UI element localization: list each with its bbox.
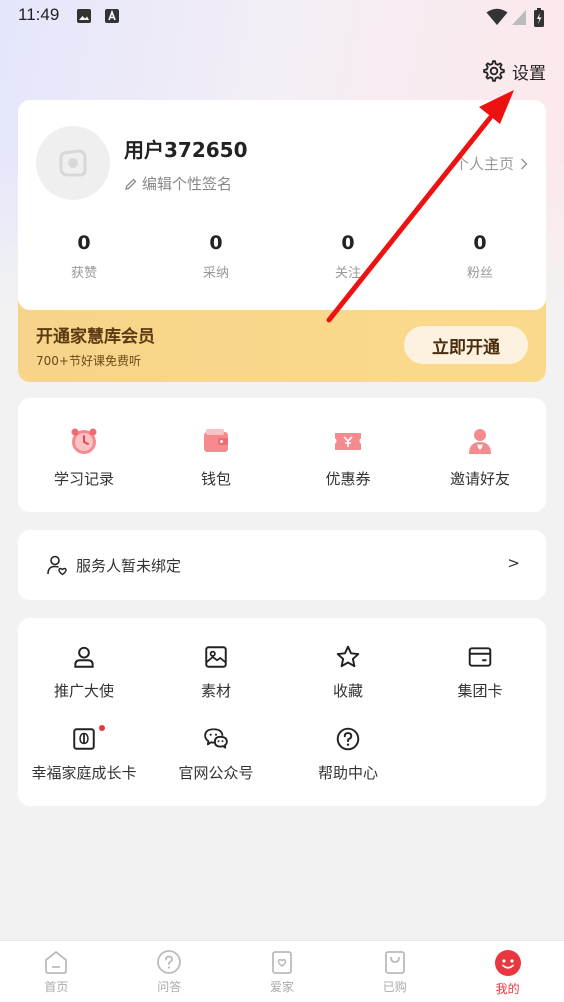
growth-card-icon	[73, 728, 95, 750]
tool-label: 帮助中心	[317, 764, 378, 782]
settings-label: 设置	[512, 63, 546, 84]
battery-icon	[534, 8, 544, 27]
tab-label: 已购	[382, 980, 407, 994]
username: 用户372650	[124, 138, 248, 162]
stat-label: 采纳	[202, 266, 229, 281]
tab-qa[interactable]: 问答	[113, 941, 226, 1002]
stat-adopted[interactable]: 0 采纳	[150, 232, 282, 281]
wechat-icon	[204, 728, 228, 749]
quick-invite[interactable]: 邀请好友	[414, 426, 546, 489]
tool-wechat-official[interactable]: 官网公众号	[150, 726, 282, 808]
gear-icon	[483, 60, 505, 82]
tool-label: 官网公众号	[178, 764, 254, 782]
quick-label: 学习记录	[53, 470, 114, 488]
bottom-tab-bar: 首页 问答 爱家 已购 我的	[0, 940, 564, 1002]
avatar[interactable]	[36, 126, 110, 200]
quick-study-record[interactable]: 学习记录	[18, 426, 150, 489]
avatar-placeholder-icon	[59, 149, 87, 177]
tool-favorites[interactable]: 收藏	[282, 644, 414, 726]
tool-materials[interactable]: 素材	[150, 644, 282, 726]
tab-home[interactable]: 首页	[0, 941, 113, 1002]
star-icon	[336, 645, 360, 668]
quick-coupon[interactable]: 优惠券	[282, 426, 414, 489]
tool-group-card[interactable]: 集团卡	[414, 644, 546, 726]
edit-signature-link[interactable]: 编辑个性签名	[124, 173, 232, 194]
quick-wallet[interactable]: 钱包	[150, 426, 282, 489]
tool-help-center[interactable]: 帮助中心	[282, 726, 414, 808]
quick-label: 钱包	[200, 470, 231, 488]
qa-icon	[157, 950, 182, 974]
gallery-notification-icon	[77, 9, 91, 23]
vip-title: 开通家慧库会员	[36, 327, 155, 347]
tab-purchased[interactable]: 已购	[338, 941, 451, 1002]
tool-growth-card[interactable]: 幸福家庭成长卡	[18, 725, 150, 808]
status-bar: 11:49	[0, 0, 564, 32]
notification-dot	[99, 725, 105, 731]
tool-label: 推广大使	[53, 682, 114, 700]
tab-label: 我的	[495, 982, 520, 996]
invite-friend-icon	[469, 429, 491, 454]
bag-icon	[384, 951, 405, 974]
quick-label: 邀请好友	[449, 470, 510, 488]
tools-card: 推广大使 素材 收藏 集团卡 幸福家庭成长卡 官网公众号 帮助中心	[18, 618, 546, 806]
homepage-link[interactable]: 个人主页	[454, 153, 528, 174]
stat-following[interactable]: 0 关注	[282, 232, 414, 281]
tab-ai-home[interactable]: 爱家	[226, 941, 339, 1002]
profile-stats: 0 获赞 0 采纳 0 关注 0 粉丝	[18, 232, 546, 281]
image-icon	[205, 646, 227, 668]
stat-label: 获赞	[70, 266, 97, 281]
tool-label: 收藏	[332, 682, 363, 700]
coupon-icon	[335, 433, 361, 450]
stat-value: 0	[209, 232, 223, 254]
service-binding-row[interactable]: 服务人暂未绑定 >	[18, 530, 546, 600]
wifi-icon	[486, 8, 508, 25]
service-arrow: >	[507, 554, 520, 572]
heart-home-icon	[272, 951, 292, 974]
app-notification-icon	[105, 9, 119, 23]
settings-button[interactable]: 设置	[482, 56, 546, 86]
status-time: 11:49	[18, 5, 60, 24]
pencil-icon	[125, 178, 137, 190]
stat-label: 关注	[334, 266, 361, 281]
tab-mine[interactable]: 我的	[451, 941, 564, 1002]
tab-label: 爱家	[269, 980, 294, 994]
tool-label: 素材	[200, 682, 231, 700]
profile-card: 用户372650 编辑个性签名 个人主页 0 获赞 0 采纳 0 关注 0 粉丝	[18, 100, 546, 310]
person-heart-icon	[47, 555, 67, 576]
vip-open-button[interactable]: 立即开通	[404, 326, 528, 364]
stat-value: 0	[341, 232, 355, 254]
vip-subtitle: 700+节好课免费听	[36, 354, 141, 368]
tab-label: 问答	[157, 980, 182, 994]
profile-smile-icon	[494, 950, 521, 976]
tool-label: 集团卡	[457, 682, 503, 700]
tool-promoter[interactable]: 推广大使	[18, 644, 150, 726]
help-icon	[336, 727, 360, 751]
stat-label: 粉丝	[466, 266, 493, 281]
wallet-icon	[204, 429, 228, 452]
quick-label: 优惠券	[325, 470, 371, 488]
stat-followers[interactable]: 0 粉丝	[414, 232, 546, 281]
person-icon	[74, 646, 94, 668]
homepage-label: 个人主页	[453, 155, 514, 173]
stat-value: 0	[473, 232, 487, 254]
alarm-clock-icon	[71, 428, 97, 454]
stat-value: 0	[77, 232, 91, 254]
stat-likes[interactable]: 0 获赞	[18, 232, 150, 281]
home-icon	[45, 951, 68, 974]
signal-icon	[512, 10, 526, 25]
card-icon	[468, 647, 492, 667]
signature-text: 编辑个性签名	[142, 175, 233, 193]
service-binding-text: 服务人暂未绑定	[76, 556, 182, 575]
quick-links-card: 学习记录 钱包 优惠券 邀请好友	[18, 398, 546, 512]
chevron-right-icon	[520, 157, 528, 170]
tool-label: 幸福家庭成长卡	[31, 764, 137, 782]
tab-label: 首页	[44, 980, 69, 994]
